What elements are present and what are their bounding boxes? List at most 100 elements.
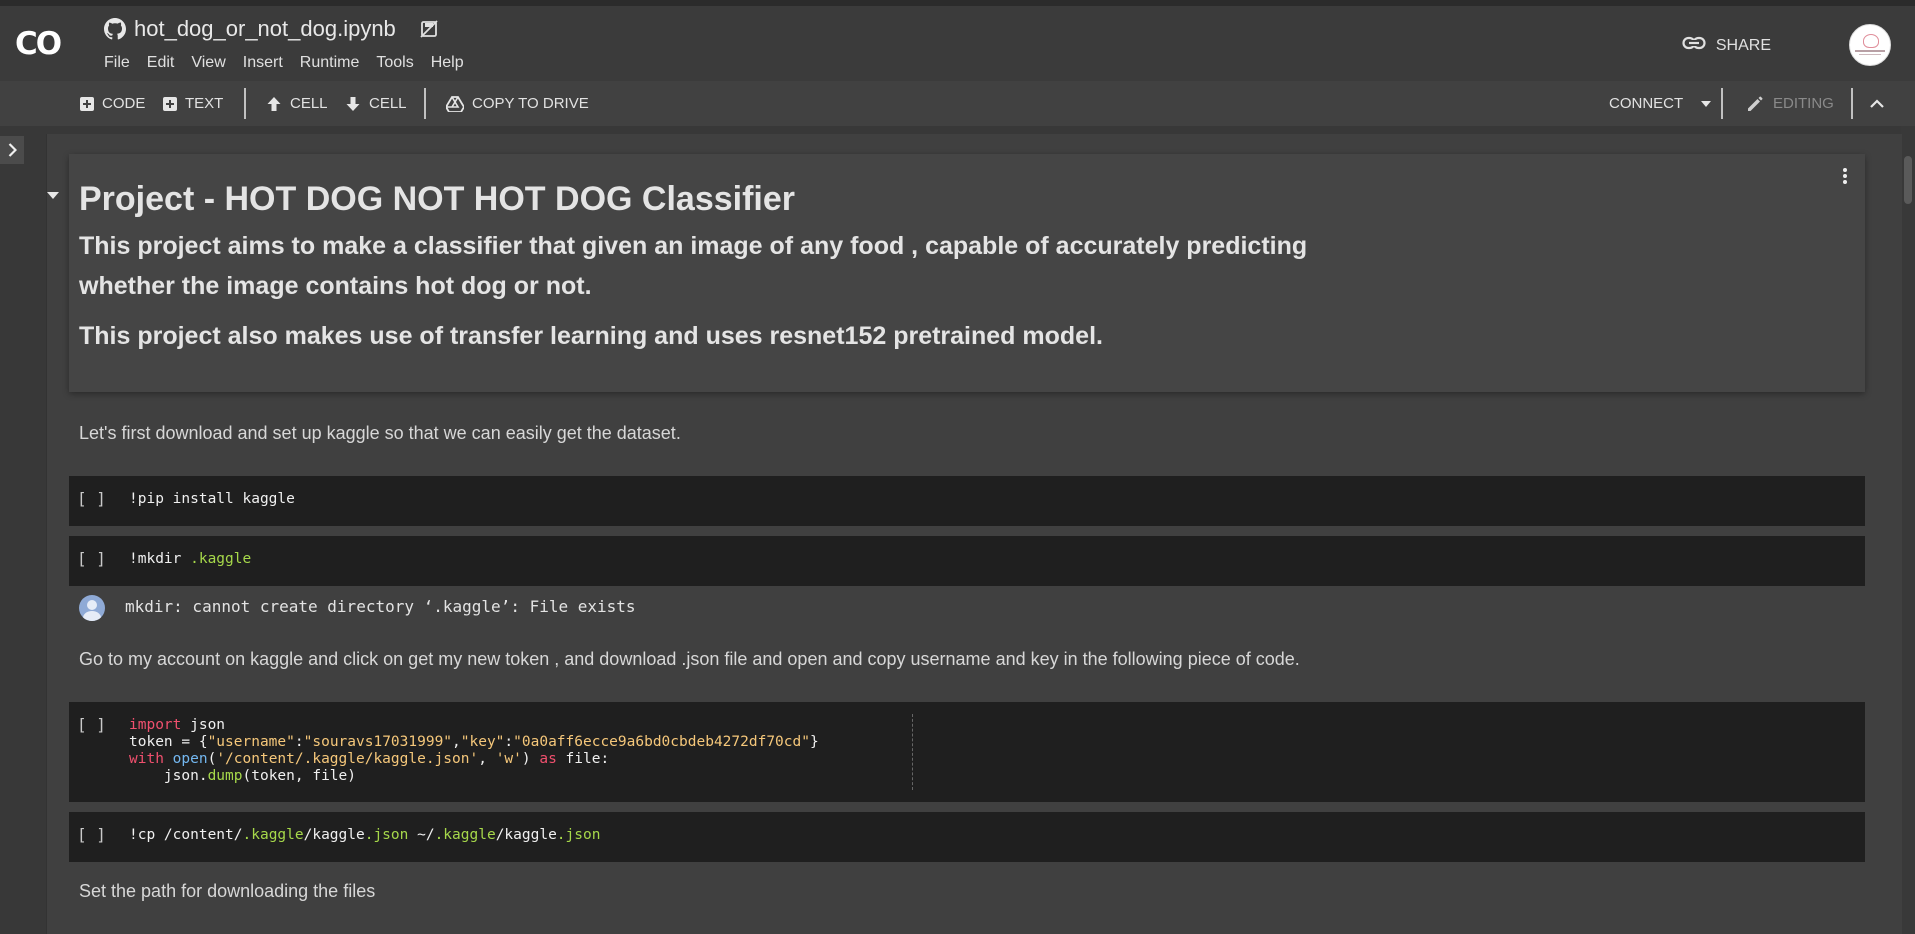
editing-label: EDITING — [1773, 95, 1834, 112]
toolbar-divider — [1721, 88, 1723, 119]
connect-label: CONNECT — [1609, 95, 1684, 112]
chevron-up-icon — [1870, 99, 1884, 108]
code-line: !pip install kaggle — [129, 491, 295, 507]
code-token: !mkdir — [129, 551, 191, 567]
notebook-scrollbar[interactable] — [1901, 126, 1915, 934]
menu-view[interactable]: View — [191, 54, 225, 72]
share-label: SHARE — [1715, 36, 1771, 54]
code-token: ( — [207, 751, 217, 767]
output-text: mkdir: cannot create directory ‘.kaggle’… — [125, 597, 636, 616]
code-token: with — [129, 751, 164, 767]
menu-help[interactable]: Help — [431, 54, 464, 72]
run-cell-button[interactable]: [ ] — [77, 715, 106, 734]
code-token: import — [129, 717, 182, 733]
menu-insert[interactable]: Insert — [243, 54, 283, 72]
code-token: !cp /content/ — [129, 827, 243, 843]
line-length-guide — [912, 714, 913, 790]
code-token: /kaggle — [303, 827, 365, 843]
drive-not-saved-icon[interactable] — [420, 20, 438, 38]
move-cell-up-button[interactable]: CELL — [266, 81, 328, 126]
code-token: (token, file) — [242, 768, 357, 784]
run-cell-button[interactable]: [ ] — [77, 549, 106, 568]
code-token: : — [504, 734, 514, 750]
menu-runtime[interactable]: Runtime — [300, 54, 360, 72]
code-line: !mkdir .kaggle — [129, 551, 251, 568]
arrow-down-icon — [346, 96, 360, 111]
code-token: "souravs17031999" — [303, 734, 453, 750]
output-user-icon — [79, 595, 105, 621]
code-token: "username" — [207, 734, 295, 750]
intro-paragraph-line3: This project also makes use of transfer … — [79, 322, 1103, 350]
move-cell-down-button[interactable]: CELL — [345, 81, 407, 126]
code-token: as — [539, 751, 557, 767]
pencil-icon — [1748, 95, 1763, 111]
code-token: , — [478, 751, 496, 767]
menu-file[interactable]: File — [104, 54, 130, 72]
intro-paragraph-line2: whether the image contains hot dog or no… — [79, 272, 592, 300]
editing-mode-button[interactable]: EDITING — [1745, 81, 1834, 126]
link-icon — [1682, 36, 1706, 55]
run-cell-button[interactable]: [ ] — [77, 489, 106, 508]
code-token: ~/ — [408, 827, 435, 843]
avatar-text-line — [1859, 54, 1881, 55]
menu-edit[interactable]: Edit — [147, 54, 175, 72]
notebook-title-bar: hot_dog_or_not_dog.ipynb — [104, 16, 438, 42]
connect-button[interactable]: CONNECT — [1609, 81, 1712, 126]
text-cell-set-path[interactable]: Set the path for downloading the files — [79, 881, 375, 902]
code-token: /kaggle — [495, 827, 557, 843]
arrow-up-icon — [267, 96, 281, 111]
plus-icon — [163, 96, 177, 111]
project-title-heading: Project - HOT DOG NOT HOT DOG Classifier — [79, 180, 795, 218]
code-token: 'w' — [495, 751, 522, 767]
code-token: .kaggle — [242, 827, 304, 843]
avatar-text-line — [1855, 50, 1885, 52]
cell-more-menu-icon[interactable] — [1843, 166, 1847, 186]
code-token: token = { — [129, 734, 208, 750]
code-token: dump — [207, 768, 243, 784]
code-cell-token-json[interactable]: [ ] import json token = {"username":"sou… — [69, 702, 1865, 802]
add-code-label: CODE — [102, 95, 146, 112]
section-collapse-arrow-icon[interactable] — [47, 192, 59, 199]
code-token: file: — [556, 751, 610, 767]
copy-to-drive-label: COPY TO DRIVE — [472, 95, 589, 112]
code-line: !cp /content/.kaggle/kaggle.json ~/.kagg… — [129, 827, 600, 844]
copy-to-drive-button[interactable]: COPY TO DRIVE — [446, 81, 589, 126]
toolbar-divider — [244, 88, 246, 119]
notebook-title[interactable]: hot_dog_or_not_dog.ipynb — [134, 16, 396, 42]
collapse-header-button[interactable] — [1870, 81, 1884, 126]
code-token: .json — [364, 827, 409, 843]
text-cell-get-token[interactable]: Go to my account on kaggle and click on … — [79, 649, 1300, 670]
menu-tools[interactable]: Tools — [376, 54, 413, 72]
code-token: "key" — [460, 734, 505, 750]
code-token: open — [163, 751, 208, 767]
scrollbar-thumb[interactable] — [1904, 156, 1912, 204]
chevron-right-icon — [8, 143, 17, 157]
user-avatar[interactable] — [1849, 24, 1891, 66]
code-token: , — [452, 734, 461, 750]
code-token: '/content/.kaggle/kaggle.json' — [216, 751, 479, 767]
cell-output-mkdir: mkdir: cannot create directory ‘.kaggle’… — [69, 587, 1865, 627]
code-cell-cp-kaggle[interactable]: [ ] !cp /content/.kaggle/kaggle.json ~/.… — [69, 812, 1865, 862]
move-cell-down-label: CELL — [369, 95, 407, 112]
add-code-button[interactable]: CODE — [80, 81, 145, 126]
text-cell-download-kaggle[interactable]: Let's first download and set up kaggle s… — [79, 423, 681, 444]
code-token: .kaggle — [434, 827, 496, 843]
share-button[interactable]: SHARE — [1682, 36, 1771, 55]
colab-header: CO hot_dog_or_not_dog.ipynb File Edit Vi… — [0, 0, 1915, 81]
code-token: ) — [521, 751, 540, 767]
code-block: import json token = {"username":"souravs… — [129, 717, 819, 785]
caret-down-icon — [1701, 100, 1712, 107]
notebook-content: Project - HOT DOG NOT HOT DOG Classifier… — [46, 134, 1902, 934]
text-cell-intro[interactable]: Project - HOT DOG NOT HOT DOG Classifier… — [47, 154, 1865, 392]
colab-logo[interactable]: CO — [0, 6, 75, 81]
move-cell-up-label: CELL — [290, 95, 328, 112]
notebook-toolbar: CODE TEXT CELL CELL COPY TO DRIVE CONNEC… — [0, 81, 1915, 126]
code-cell-mkdir[interactable]: [ ] !mkdir .kaggle — [69, 536, 1865, 586]
add-text-button[interactable]: TEXT — [163, 81, 223, 126]
run-cell-button[interactable]: [ ] — [77, 825, 106, 844]
code-token: .kaggle — [190, 551, 252, 567]
code-cell-pip-install[interactable]: [ ] !pip install kaggle — [69, 476, 1865, 526]
code-token: "0a0aff6ecce9a6bd0cbdeb4272df70cd" — [513, 734, 810, 750]
code-token: } — [809, 734, 819, 750]
sidebar-toggle-button[interactable] — [0, 136, 24, 164]
